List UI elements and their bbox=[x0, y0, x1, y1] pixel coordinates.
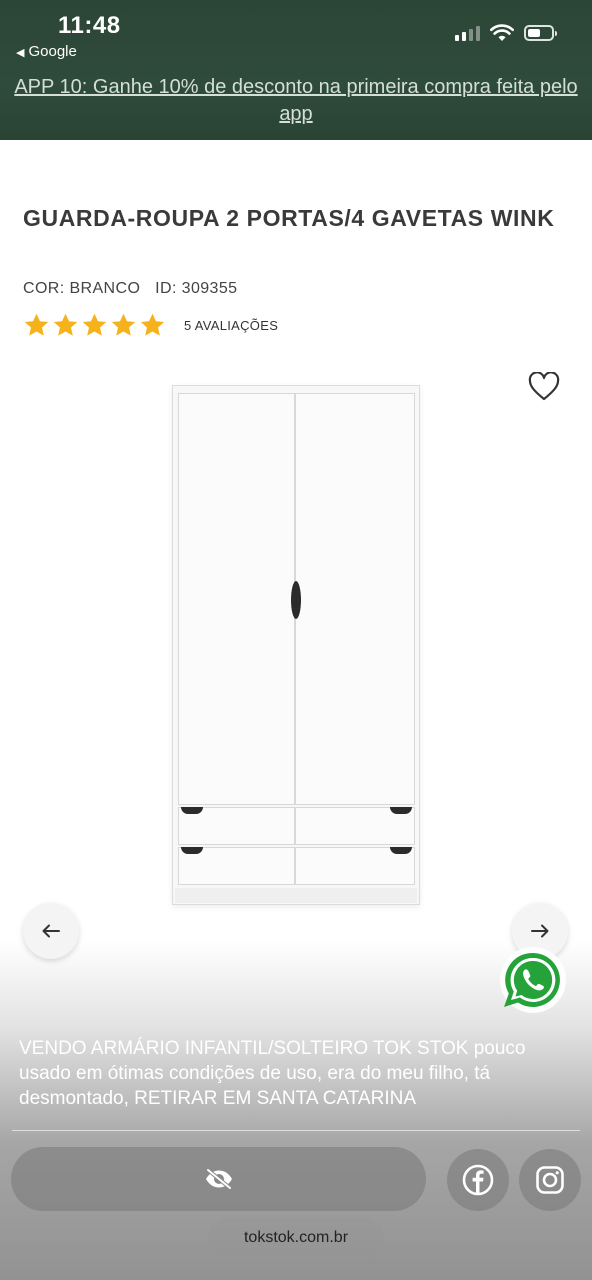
facebook-icon bbox=[462, 1164, 494, 1196]
back-app-label: Google bbox=[28, 43, 77, 60]
instagram-button[interactable] bbox=[519, 1149, 581, 1211]
reviews-count[interactable]: 5 AVALIAÇÕES bbox=[184, 318, 278, 333]
product-meta: COR: BRANCO ID: 309355 bbox=[23, 280, 237, 298]
promo-banner-link[interactable]: APP 10: Ganhe 10% de desconto na primeir… bbox=[0, 74, 592, 128]
wardrobe-door-handle bbox=[291, 581, 301, 619]
back-to-app-link[interactable]: ◀ Google bbox=[16, 43, 77, 60]
story-divider bbox=[12, 1130, 580, 1131]
status-icons bbox=[455, 24, 557, 42]
back-triangle-icon: ◀ bbox=[16, 47, 25, 59]
wardrobe-body bbox=[172, 385, 420, 905]
product-rating[interactable]: 5 AVALIAÇÕES bbox=[23, 312, 278, 339]
wardrobe-drawer bbox=[295, 847, 415, 885]
arrow-left-icon bbox=[42, 924, 60, 938]
battery-level bbox=[528, 29, 540, 37]
instagram-icon bbox=[536, 1166, 564, 1194]
wifi-icon bbox=[490, 24, 514, 41]
product-color: COR: BRANCO bbox=[23, 280, 141, 297]
wardrobe-door-right bbox=[295, 393, 415, 805]
eye-slash-icon bbox=[205, 1168, 232, 1190]
battery-icon bbox=[524, 25, 557, 41]
star-icon bbox=[140, 313, 165, 336]
wardrobe-drawer bbox=[178, 847, 295, 885]
star-icon bbox=[53, 313, 78, 336]
whatsapp-icon[interactable] bbox=[496, 945, 568, 1017]
top-header: 11:48 ◀ Google APP 10: Ganhe 10% de desco… bbox=[0, 0, 592, 140]
heart-icon[interactable] bbox=[528, 372, 560, 402]
story-caption: VENDO ARMÁRIO INFANTIL/SOLTEIRO TOK STOK… bbox=[19, 1038, 526, 1109]
rating-stars bbox=[23, 312, 166, 339]
wardrobe-door-left bbox=[178, 393, 295, 805]
star-icon bbox=[82, 313, 107, 336]
facebook-button[interactable] bbox=[447, 1149, 509, 1211]
star-icon bbox=[111, 313, 136, 336]
arrow-right-icon bbox=[531, 924, 549, 938]
website-link[interactable]: tokstok.com.br bbox=[208, 1217, 384, 1259]
product-id: ID: 309355 bbox=[155, 280, 238, 297]
status-time: 11:48 bbox=[58, 12, 121, 39]
wardrobe-plinth bbox=[175, 888, 417, 903]
product-image[interactable] bbox=[172, 385, 420, 905]
wardrobe-drawer bbox=[295, 807, 415, 845]
wardrobe-drawer bbox=[178, 807, 295, 845]
carousel-prev-button[interactable] bbox=[23, 903, 79, 959]
hide-story-button[interactable] bbox=[11, 1147, 426, 1211]
product-title: GUARDA-ROUPA 2 PORTAS/4 GAVETAS WINK bbox=[23, 205, 555, 231]
cellular-signal-icon bbox=[455, 25, 480, 41]
star-icon bbox=[24, 313, 49, 336]
